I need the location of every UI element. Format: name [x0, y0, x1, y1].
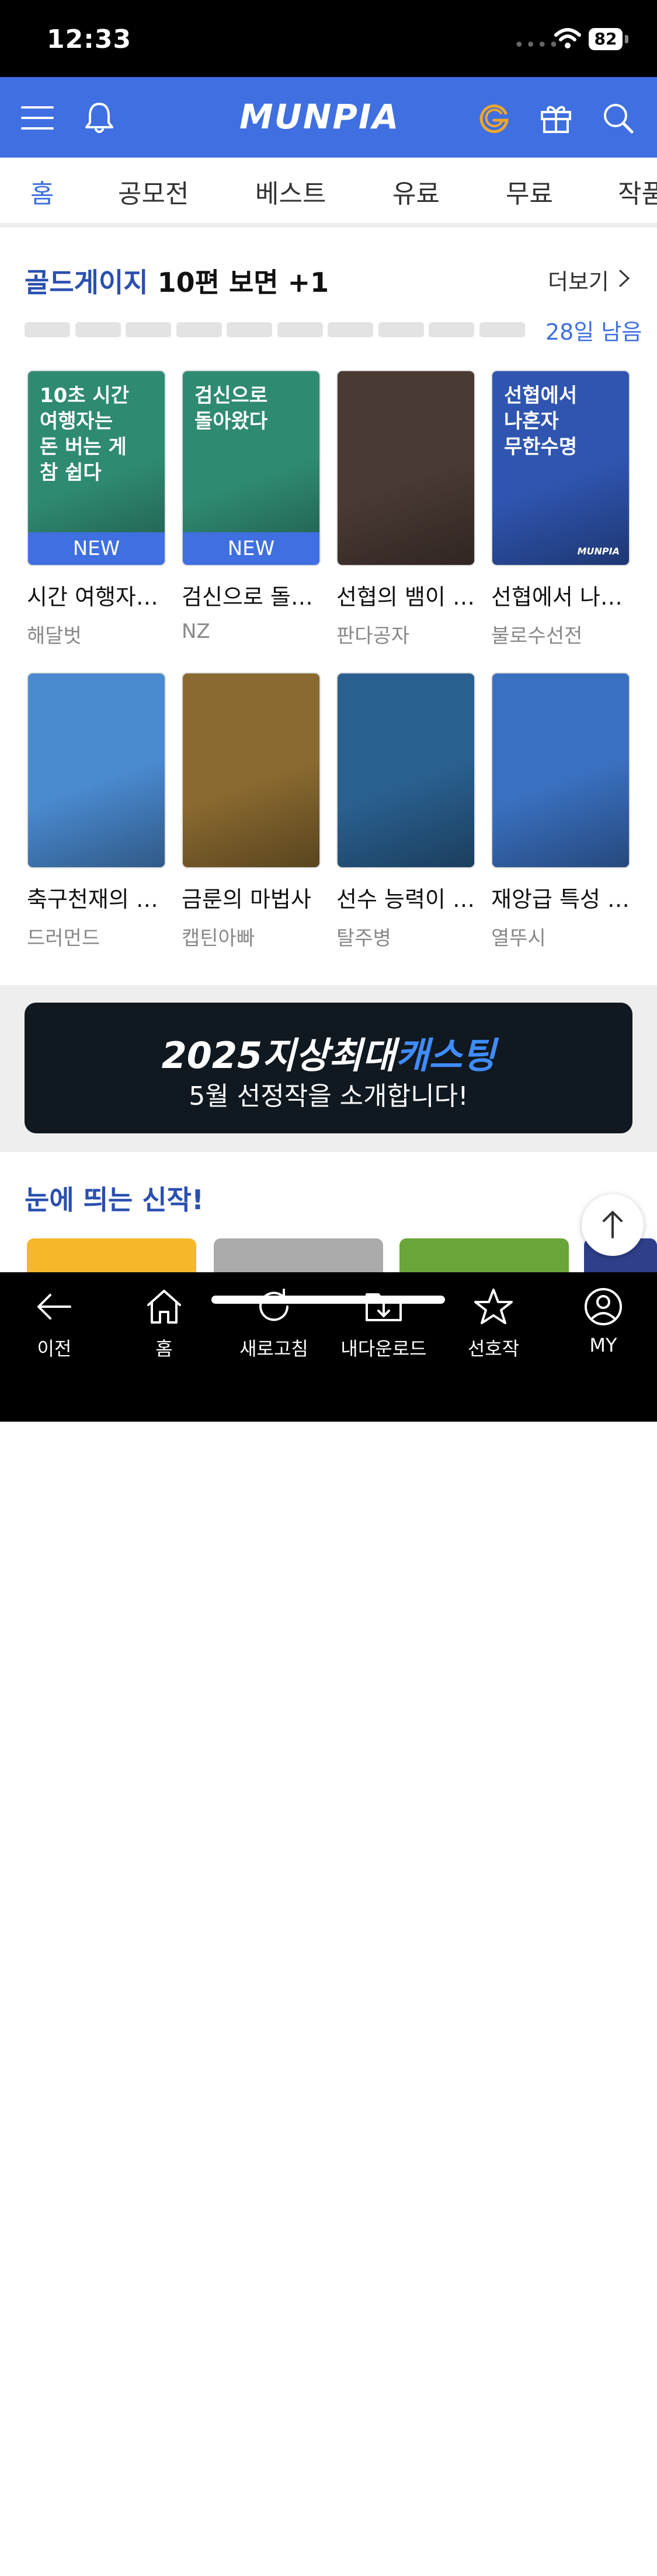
tab-works[interactable]: 작품 [618, 173, 657, 210]
nav-favorites[interactable]: 선호작 [447, 1286, 540, 1361]
book-cover[interactable] [491, 672, 630, 868]
book-title[interactable]: 시간 여행자… [27, 579, 173, 611]
book-cover-text: 선협에서 나혼자 무한수명 [504, 384, 578, 459]
gold-gauge-progress [25, 322, 527, 337]
category-tabs: 홈 공모전 베스트 유료 무료 작품 [0, 158, 657, 228]
new-book-thumb[interactable] [27, 1238, 196, 1273]
book-cover[interactable] [182, 672, 321, 868]
progress-segment [126, 322, 171, 337]
new-badge: NEW [28, 532, 165, 565]
download-folder-icon [366, 1293, 402, 1321]
days-left: 28일 남음 [545, 319, 642, 345]
nav-my-label: MY [589, 1334, 617, 1356]
progress-segment [25, 322, 70, 337]
gold-gauge-title: 골드게이지 10편 보면 +1 [25, 261, 329, 300]
book-author: 판다공자 [336, 624, 410, 648]
battery-tip [625, 35, 628, 43]
tab-contest[interactable]: 공모전 [118, 173, 189, 210]
nav-back-label: 이전 [37, 1338, 72, 1360]
progress-segment [479, 322, 525, 337]
book-cover-text: 10초 시간 여행자는 돈 버는 게 참 쉽다 [40, 384, 129, 484]
gift-icon[interactable] [538, 100, 573, 135]
book-author: 불로수선전 [491, 624, 583, 648]
arrow-up-icon [603, 1211, 623, 1238]
casting-banner[interactable]: 2025지상최대캐스팅 5월 선정작을 소개합니다! [25, 1003, 632, 1133]
book-cover[interactable] [336, 370, 475, 566]
gold-gauge-title-rest: 10편 보면 +1 [157, 267, 329, 298]
book-title[interactable]: 선협에서 나… [491, 579, 637, 611]
status-bar: 12:33 •••• 82 [0, 0, 657, 77]
book-cover[interactable] [27, 672, 166, 868]
progress-segment [277, 322, 323, 337]
nav-back[interactable]: 이전 [8, 1286, 101, 1361]
tab-home[interactable]: 홈 [30, 173, 54, 210]
search-icon[interactable] [600, 100, 635, 135]
book-title[interactable]: 선수 능력이 … [336, 881, 482, 913]
star-icon [474, 1289, 513, 1324]
banner-title: 2025지상최대캐스팅 [25, 1026, 632, 1078]
nav-favorites-label: 선호작 [467, 1338, 520, 1360]
nav-home-label: 홈 [155, 1338, 173, 1360]
book-title[interactable]: 선협의 뱀이 … [336, 579, 482, 611]
progress-segment [378, 322, 424, 337]
wifi-icon [554, 28, 581, 48]
user-icon [585, 1288, 622, 1325]
progress-segment [75, 322, 121, 337]
munpia-logo[interactable]: MUNPIA [239, 96, 420, 138]
tab-paid[interactable]: 유료 [392, 173, 440, 210]
book-cover[interactable] [336, 672, 475, 868]
battery-icon: 82 [589, 28, 623, 50]
chevron-right-icon[interactable] [618, 268, 631, 288]
new-badge: NEW [183, 532, 319, 565]
gold-gauge-title-highlight: 골드게이지 [25, 267, 148, 298]
book-title[interactable]: 재앙급 특성 … [491, 881, 637, 913]
active-tab-indicator [12, 223, 72, 228]
banner-subtitle: 5월 선정작을 소개합니다! [189, 1081, 468, 1111]
book-title[interactable]: 검신으로 돌… [182, 579, 328, 611]
bell-icon[interactable] [82, 100, 117, 135]
book-title[interactable]: 축구천재의 … [27, 881, 173, 913]
book-title[interactable]: 금룬의 마법사 [182, 881, 328, 913]
status-time: 12:33 [47, 25, 132, 54]
book-cover[interactable]: 선협에서 나혼자 무한수명 MUNPIA [491, 370, 630, 566]
book-cover-text: 검신으로 돌아왔다 [194, 384, 268, 433]
book-author: 탈주병 [336, 927, 391, 950]
book-author: NZ [182, 620, 210, 643]
tab-best[interactable]: 베스트 [255, 173, 326, 210]
cover-logo: MUNPIA [577, 546, 620, 557]
book-author: 열뚜시 [491, 927, 546, 950]
progress-segment [227, 322, 272, 337]
new-book-thumb[interactable] [399, 1238, 569, 1273]
progress-segment [176, 322, 222, 337]
refresh-icon [259, 1289, 288, 1321]
nav-downloads-label: 내다운로드 [340, 1338, 427, 1360]
home-icon [147, 1290, 181, 1324]
tab-free[interactable]: 무료 [506, 173, 553, 210]
book-cover[interactable]: 검신으로 돌아왔다 NEW [182, 370, 321, 566]
banner-title-blue: 캐스팅 [395, 1034, 496, 1077]
home-indicator [211, 2568, 445, 2576]
progress-segment [328, 322, 373, 337]
more-link[interactable]: 더보기 [548, 264, 609, 296]
book-author: 드러먼드 [27, 927, 100, 950]
home-indicator-bar [211, 1296, 445, 1304]
nav-my[interactable]: MY [557, 1286, 650, 1356]
book-cover[interactable]: 10초 시간 여행자는 돈 버는 게 참 쉽다 NEW [27, 370, 166, 566]
nav-home[interactable]: 홈 [117, 1286, 211, 1361]
gold-coin-icon[interactable] [477, 100, 512, 135]
banner-title-white: 2025지상최대 [161, 1034, 396, 1077]
new-book-thumb[interactable] [214, 1238, 383, 1273]
progress-segment [429, 322, 474, 337]
back-arrow-icon [37, 1294, 71, 1320]
scroll-top-button[interactable] [582, 1194, 644, 1256]
menu-icon[interactable] [20, 100, 55, 135]
book-author: 해달벗 [27, 624, 82, 648]
bottom-nav: 이전 홈 새로고침 내다운로드 선호작 MY [0, 1272, 657, 2576]
new-section-title: 눈에 띄는 신작! [25, 1184, 204, 1216]
nav-refresh-label: 새로고침 [239, 1338, 308, 1360]
signal-icon: •••• [514, 35, 560, 55]
app-header: MUNPIA [0, 77, 657, 158]
book-author: 캡틴아빠 [182, 927, 255, 950]
